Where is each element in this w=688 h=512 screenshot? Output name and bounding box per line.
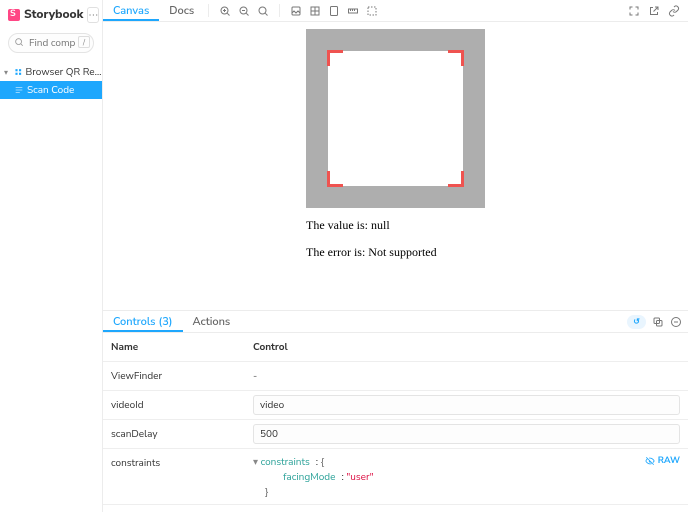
zoom-out-button[interactable] — [238, 5, 250, 17]
viewfinder-corner-icon — [448, 171, 464, 187]
tab-controls-label: Controls — [113, 314, 156, 329]
qr-viewfinder — [328, 51, 463, 186]
main: Canvas Docs — [103, 0, 688, 512]
addons-right-tools: ↺ — [627, 311, 688, 332]
copy-button[interactable] — [652, 316, 664, 328]
tab-actions[interactable]: Actions — [183, 311, 241, 332]
tab-canvas[interactable]: Canvas — [103, 0, 159, 21]
component-icon — [14, 67, 23, 77]
preview-tabs: Canvas Docs — [103, 0, 204, 21]
control-name: scanDelay — [103, 420, 245, 448]
control-input-videoid[interactable] — [253, 395, 680, 415]
open-in-new-tab-button[interactable] — [648, 5, 660, 17]
controls-header-row: Name Control — [103, 333, 688, 362]
eye-off-icon — [645, 456, 655, 466]
toolbar-separator — [279, 4, 280, 17]
outline-button[interactable] — [366, 5, 378, 17]
toolbar-separator — [208, 4, 209, 17]
raw-label: RAW — [658, 455, 680, 467]
control-name: videoId — [103, 391, 245, 419]
col-name: Name — [103, 333, 245, 361]
reset-controls-button[interactable]: ↺ — [627, 315, 646, 329]
grid-button[interactable] — [309, 5, 321, 17]
zoom-reset-button[interactable] — [257, 5, 269, 17]
error-readout: The error is: Not supported — [306, 245, 485, 260]
toolbar-mid-tools — [284, 0, 384, 21]
search-icon — [14, 37, 24, 47]
tree-group-label: Browser QR Reader — [25, 65, 102, 79]
tree-story-label: Scan Code — [27, 83, 74, 97]
caret-down-icon: ▾ — [4, 67, 11, 78]
control-empty: - — [253, 369, 257, 383]
tab-controls[interactable]: Controls (3) — [103, 311, 183, 332]
control-input-scandelay[interactable] — [253, 424, 680, 444]
control-name: ViewFinder — [103, 362, 245, 390]
tab-controls-count: (3) — [159, 314, 173, 329]
qr-camera-area — [306, 29, 485, 208]
sidebar-header: Storybook ⋯ — [0, 0, 102, 30]
control-row-scandelay: scanDelay — [103, 420, 688, 449]
viewport-button[interactable] — [328, 5, 340, 17]
brand-name: Storybook — [24, 7, 83, 23]
json-collapse-icon[interactable]: ▾ — [253, 455, 261, 469]
story-icon — [14, 85, 24, 95]
tree-group-browser-qr-reader[interactable]: ▾ Browser QR Reader — [0, 63, 102, 81]
sidebar-menu-button[interactable]: ⋯ — [87, 7, 99, 23]
copy-link-button[interactable] — [668, 5, 680, 17]
addons-tabs: Controls (3) Actions ↺ — [103, 311, 688, 333]
sidebar-search: / — [8, 33, 94, 53]
search-shortcut-badge: / — [78, 36, 90, 48]
viewfinder-corner-icon — [327, 171, 343, 187]
control-row-viewfinder: ViewFinder - — [103, 362, 688, 391]
tab-docs[interactable]: Docs — [159, 0, 204, 21]
viewfinder-corner-icon — [448, 50, 464, 66]
addons-panel: Controls (3) Actions ↺ Name Control View… — [103, 310, 688, 512]
control-json-constraints[interactable]: ▾ constraints : { facingMode : "user" } — [253, 453, 680, 500]
toolbar-right-tools — [628, 0, 688, 21]
controls-table: Name Control ViewFinder - videoId scanDe… — [103, 333, 688, 512]
preview-canvas: The value is: null The error is: Not sup… — [103, 22, 688, 310]
story-tree: ▾ Browser QR Reader Scan Code — [0, 59, 102, 99]
story-preview: The value is: null The error is: Not sup… — [306, 29, 485, 260]
toolbar-left-tools — [213, 0, 275, 21]
control-name: constraints — [103, 449, 245, 477]
raw-toggle-button[interactable]: RAW — [645, 455, 680, 467]
value-readout: The value is: null — [306, 218, 485, 233]
measure-button[interactable] — [347, 5, 359, 17]
storybook-mark-icon — [8, 9, 20, 21]
zoom-in-button[interactable] — [219, 5, 231, 17]
fullscreen-button[interactable] — [628, 5, 640, 17]
viewfinder-corner-icon — [327, 50, 343, 66]
storybook-logo: Storybook — [8, 7, 83, 23]
toolbar: Canvas Docs — [103, 0, 688, 22]
toggle-addons-button[interactable] — [670, 316, 682, 328]
col-control: Control — [245, 333, 688, 361]
background-button[interactable] — [290, 5, 302, 17]
control-row-videoid: videoId — [103, 391, 688, 420]
sidebar: Storybook ⋯ / ▾ Browser QR Reader Scan C… — [0, 0, 103, 512]
tree-story-scan-code[interactable]: Scan Code — [0, 81, 102, 99]
control-row-constraints: constraints RAW ▾ constraints : { facing… — [103, 449, 688, 505]
